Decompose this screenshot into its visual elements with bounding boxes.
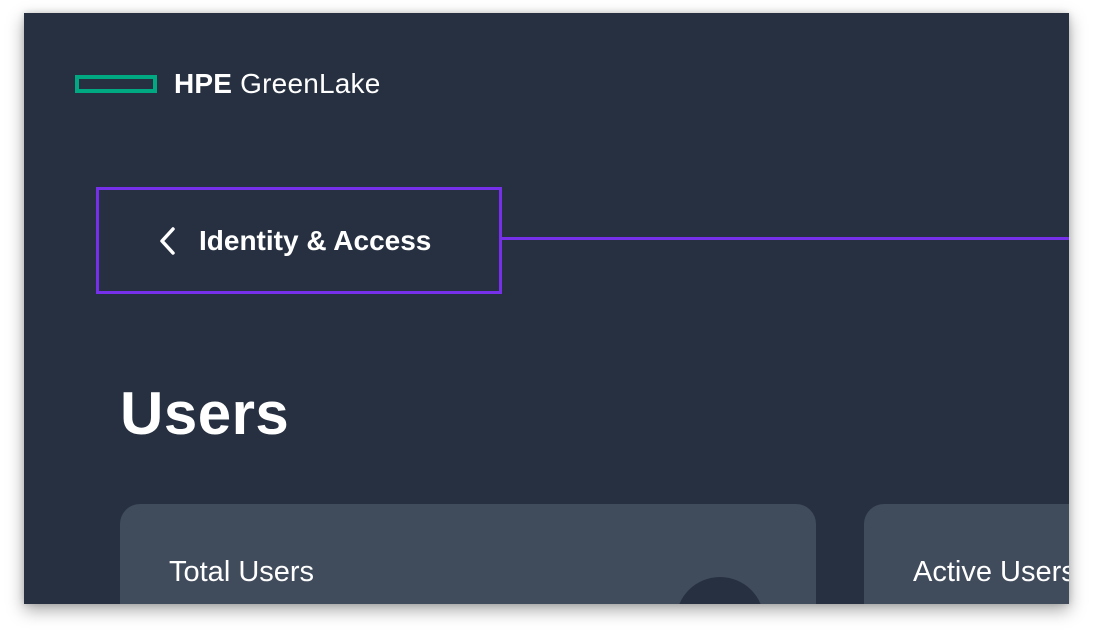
active-users-card[interactable]: Active Users	[864, 504, 1069, 604]
brand-product: GreenLake	[240, 68, 381, 99]
card-title: Total Users	[169, 556, 315, 588]
card-title: Active Users	[913, 556, 1069, 588]
hpe-element-icon	[75, 75, 157, 93]
app-window: HPE GreenLake Identity & Access Users To…	[24, 13, 1069, 604]
chevron-left-icon	[157, 226, 177, 256]
back-to-identity-access-link[interactable]: Identity & Access	[96, 187, 502, 294]
screenshot-canvas: HPE GreenLake Identity & Access Users To…	[0, 0, 1095, 641]
chart-circle	[676, 577, 764, 604]
brand-company: HPE	[174, 68, 233, 99]
total-users-card[interactable]: Total Users	[120, 504, 816, 604]
page-title: Users	[120, 380, 290, 447]
brand-name: HPE GreenLake	[174, 70, 381, 98]
annotation-callout-line	[502, 237, 1069, 240]
back-link-label: Identity & Access	[199, 224, 432, 256]
brand-logo[interactable]: HPE GreenLake	[75, 70, 381, 98]
